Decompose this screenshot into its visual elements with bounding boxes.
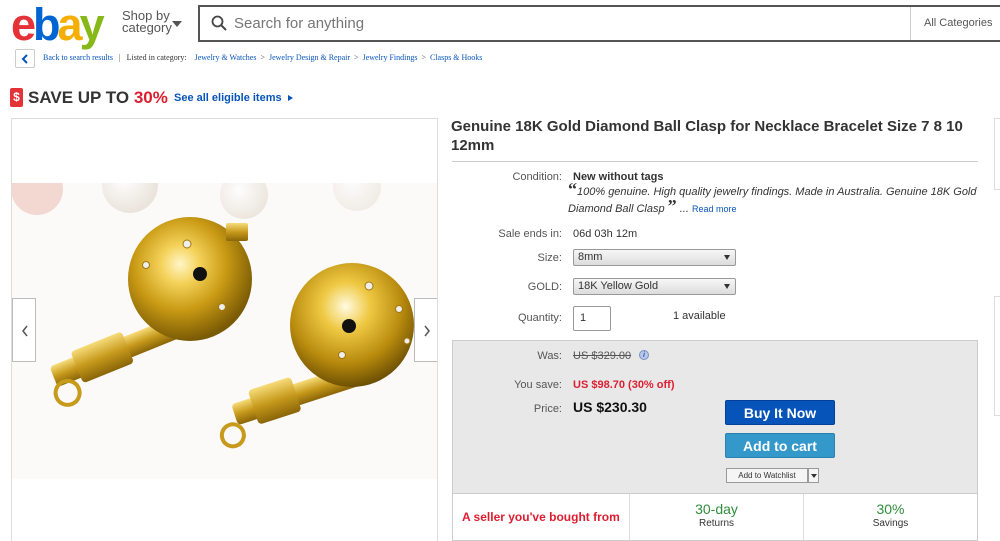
size-label: Size: — [537, 252, 562, 264]
savings-label: Savings — [872, 518, 909, 529]
caret-down-icon[interactable] — [172, 21, 182, 27]
chevron-left-icon — [22, 325, 28, 337]
logo-letter-e: e — [11, 0, 36, 50]
returns-label: Returns — [698, 518, 734, 529]
highlights-strip: A seller you've bought from 30-day Retur… — [452, 493, 978, 541]
chevron-right-icon — [424, 325, 430, 337]
returns-days: 30-day — [695, 501, 738, 517]
seller-highlight-text: A seller you've bought from — [462, 510, 620, 524]
item-title: Genuine 18K Gold Diamond Ball Clasp for … — [451, 118, 963, 154]
sale-ends-value: 06d 03h 12m — [573, 228, 638, 240]
product-image[interactable] — [12, 183, 437, 479]
add-to-cart-button[interactable]: Add to cart — [725, 433, 835, 458]
add-to-watchlist-button[interactable]: Add to Watchlist — [726, 468, 808, 483]
condition-label: Condition: — [512, 171, 562, 183]
quantity-label: Quantity: — [517, 312, 562, 324]
condition-value: New without tags — [573, 171, 664, 183]
search-icon — [211, 15, 227, 31]
chevron-down-icon — [724, 284, 730, 289]
logo-letter-a: a — [57, 0, 83, 50]
watchlist-dropdown-button[interactable] — [808, 468, 819, 483]
breadcrumb: Back to search results | Listed in categ… — [43, 53, 483, 62]
breadcrumb-jewelry-watches[interactable]: Jewelry & Watches — [195, 53, 257, 62]
image-prev-button[interactable] — [12, 298, 36, 362]
image-next-button[interactable] — [414, 298, 437, 362]
was-label: Was: — [537, 350, 562, 362]
search-bar: All Categories — [198, 5, 1000, 42]
available-count: 1 available — [673, 310, 726, 322]
search-input[interactable] — [234, 7, 894, 40]
you-save-label: You save: — [514, 379, 562, 391]
returns-highlight[interactable]: 30-day Returns — [629, 494, 803, 540]
save-up-to-text: SAVE UP TO 30% — [28, 88, 168, 107]
logo-letter-b: b — [33, 0, 60, 50]
quantity-input[interactable]: 1 — [573, 306, 611, 331]
shop-by-line2: category — [122, 20, 172, 35]
title-divider — [452, 161, 978, 162]
breadcrumb-divider: | — [118, 53, 121, 62]
size-select[interactable]: 8mm — [573, 249, 736, 266]
chevron-down-icon — [811, 474, 817, 478]
back-button[interactable] — [15, 49, 35, 68]
seller-highlight: A seller you've bought from — [453, 494, 629, 540]
price-box — [452, 340, 978, 493]
image-gallery — [11, 118, 438, 541]
price-label: Price: — [533, 403, 562, 415]
condition-description: “100% genuine. High quality jewelry find… — [568, 180, 980, 218]
price-tag-icon: $ — [10, 88, 23, 107]
gold-label: GOLD: — [527, 281, 562, 293]
info-icon[interactable]: i — [639, 350, 649, 360]
gold-select-value: 18K Yellow Gold — [578, 280, 659, 292]
breadcrumb-jewelry-findings[interactable]: Jewelry Findings — [363, 53, 418, 62]
was-price: US $329.00 — [573, 350, 632, 362]
ebay-logo[interactable]: ebay — [11, 2, 113, 47]
gold-select[interactable]: 18K Yellow Gold — [573, 278, 736, 295]
side-panel-edge — [994, 296, 1000, 416]
savings-highlight: 30% Savings — [803, 494, 977, 540]
size-select-value: 8mm — [578, 251, 603, 263]
category-select[interactable]: All Categories — [910, 7, 1000, 40]
close-quote: ” — [667, 196, 677, 216]
open-quote: “ — [568, 179, 577, 199]
chevron-left-icon — [21, 54, 28, 64]
ellipsis: ... — [679, 203, 689, 215]
condition-description-text: 100% genuine. High quality jewelry findi… — [568, 186, 977, 215]
you-save-value: US $98.70 (30% off) — [573, 379, 675, 391]
read-more-link[interactable]: Read more — [692, 204, 737, 214]
price-value: US $230.30 — [573, 399, 647, 415]
shop-by-category-button[interactable]: Shop by category — [122, 9, 172, 35]
save-percent: 30% — [133, 88, 168, 107]
see-all-eligible-link[interactable]: See all eligible items — [174, 92, 293, 104]
back-to-search-link[interactable]: Back to search results — [43, 53, 113, 62]
save-up-to-label: SAVE UP TO — [28, 88, 134, 107]
side-panel-edge — [994, 118, 1000, 190]
chevron-down-icon — [724, 255, 730, 260]
sale-ends-label: Sale ends in: — [498, 228, 562, 240]
breadcrumb-clasps-hooks[interactable]: Clasps & Hooks — [430, 53, 482, 62]
listed-in-label: Listed in category: — [126, 53, 187, 62]
arrow-right-icon — [287, 95, 293, 102]
see-all-label: See all eligible items — [174, 92, 282, 104]
logo-letter-y: y — [79, 0, 105, 50]
savings-percent: 30% — [876, 501, 905, 517]
buy-it-now-button[interactable]: Buy It Now — [725, 400, 835, 425]
breadcrumb-jewelry-design-repair[interactable]: Jewelry Design & Repair — [269, 53, 350, 62]
